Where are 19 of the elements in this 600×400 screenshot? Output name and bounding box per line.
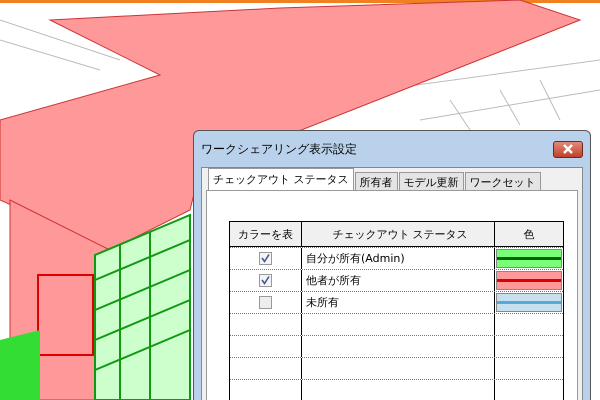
column-header: チェックアウト ステータス xyxy=(302,222,495,246)
close-icon xyxy=(562,144,574,154)
color-swatch[interactable] xyxy=(496,293,562,312)
checkbox[interactable] xyxy=(259,274,272,287)
column-header: カラーを表 xyxy=(230,222,302,246)
tab[interactable]: モデル更新 xyxy=(398,172,464,190)
table-cell: 自分が所有(Admin) xyxy=(302,248,495,269)
checkbox[interactable] xyxy=(259,296,272,309)
tab[interactable]: ワークセット xyxy=(464,172,540,190)
tab[interactable]: チェックアウト ステータス xyxy=(208,168,354,190)
table-cell: 他者が所有 xyxy=(302,270,495,291)
color-swatch[interactable] xyxy=(496,271,562,290)
tab[interactable]: 所有者 xyxy=(354,172,398,190)
checkbox[interactable] xyxy=(259,252,272,265)
close-button[interactable] xyxy=(553,140,583,158)
window-title: ワークシェアリング表示設定 xyxy=(201,140,357,158)
table-cell: 未所有 xyxy=(302,292,495,313)
column-header: 色 xyxy=(522,226,536,242)
color-swatch[interactable] xyxy=(496,249,562,268)
